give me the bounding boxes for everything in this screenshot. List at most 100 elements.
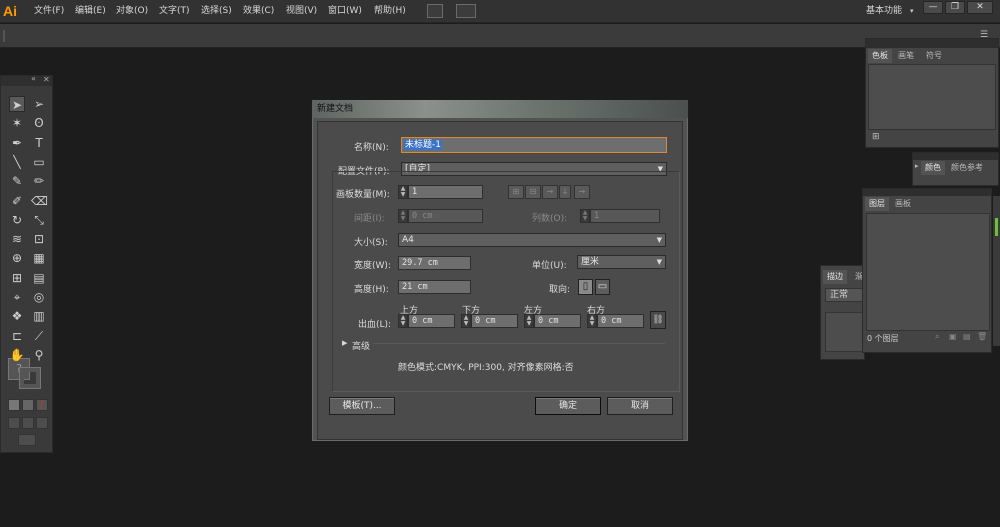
delete-layer-icon[interactable]: 🗑 — [977, 332, 987, 341]
panel-header[interactable] — [866, 39, 998, 48]
tab-artboards[interactable]: 画板 — [891, 197, 915, 211]
ok-button[interactable]: 确定 — [535, 397, 601, 415]
advanced-toggle[interactable]: 高级 — [352, 339, 370, 352]
hand-tool-icon[interactable]: ✋ — [9, 347, 25, 363]
scale-tool-icon[interactable]: ⤡ — [31, 212, 47, 228]
menu-select[interactable]: 选择(S) — [201, 0, 232, 23]
symbol-sprayer-tool-icon[interactable]: ❖ — [9, 308, 25, 324]
width-input[interactable]: 29.7 cm — [398, 256, 471, 270]
paintbrush-tool-icon[interactable]: ✎ — [9, 173, 25, 189]
screen-mode-icon[interactable] — [18, 434, 36, 446]
minimize-button[interactable]: — — [923, 1, 943, 14]
slice-tool-icon[interactable]: ⟋ — [31, 328, 47, 344]
templates-button[interactable]: 模板(T)... — [329, 397, 395, 415]
swatch-library-icon[interactable]: ⊞ — [872, 132, 880, 142]
pen-tool-icon[interactable]: ✒ — [9, 135, 25, 151]
new-layer-icon[interactable]: ▣ — [949, 332, 957, 341]
warp-tool-icon[interactable]: ≋ — [9, 231, 25, 247]
menu-edit[interactable]: 编辑(E) — [75, 0, 106, 23]
draw-inside-icon[interactable] — [36, 417, 48, 429]
gradient-tool-icon[interactable]: ▤ — [31, 270, 47, 286]
eraser-tool-icon[interactable]: ⌫ — [31, 193, 48, 209]
height-input[interactable]: 21 cm — [398, 280, 471, 294]
panel-collapse-icon[interactable]: ▸ — [915, 162, 919, 170]
menu-file[interactable]: 文件(F) — [34, 0, 64, 23]
bleed-bottom-input[interactable]: 0 cm — [471, 314, 518, 328]
units-select[interactable]: 厘米 ▼ — [577, 255, 666, 269]
blend-tool-icon[interactable]: ◎ — [31, 289, 47, 305]
rotate-tool-icon[interactable]: ↻ — [9, 212, 25, 228]
draw-normal-icon[interactable] — [8, 417, 20, 429]
menu-window[interactable]: 窗口(W) — [328, 0, 362, 23]
tab-color[interactable]: 颜色 — [921, 161, 945, 175]
none-mode-icon[interactable]: / — [36, 399, 48, 411]
layers-list[interactable] — [866, 213, 990, 331]
new-sublayer-icon[interactable]: ▤ — [963, 332, 971, 341]
size-select[interactable]: A4 ▼ — [398, 233, 666, 247]
disclosure-triangle-icon[interactable]: ▶ — [342, 339, 347, 347]
gradient-mode-icon[interactable] — [22, 399, 34, 411]
close-window-button[interactable]: ✕ — [967, 1, 993, 14]
tab-layers[interactable]: 图层 — [865, 197, 889, 211]
name-field[interactable]: 未标题-1 — [401, 137, 667, 153]
artboards-input[interactable]: 1 — [408, 185, 483, 199]
link-bleed-icon[interactable]: ⛓ — [650, 311, 666, 329]
lasso-tool-icon[interactable]: ʘ — [31, 115, 47, 131]
maximize-button[interactable]: ❐ — [945, 1, 965, 14]
collapse-icon[interactable]: « — [31, 74, 36, 83]
tools-panel-header[interactable]: « ✕ — [1, 74, 52, 86]
tab-stroke[interactable]: 描边 — [823, 270, 847, 284]
bleed-right-input[interactable]: 0 cm — [597, 314, 644, 328]
tab-color-guide[interactable]: 颜色参考 — [947, 161, 987, 175]
stroke-swatch[interactable] — [19, 367, 41, 389]
menu-view[interactable]: 视图(V) — [286, 0, 317, 23]
bleed-top-stepper[interactable]: ▲ ▼ — [398, 314, 408, 328]
landscape-icon[interactable]: ▭ — [595, 279, 610, 295]
blob-brush-tool-icon[interactable]: ✐ — [9, 193, 25, 209]
bridge-icon[interactable] — [427, 4, 443, 18]
rectangle-tool-icon[interactable]: ▭ — [31, 154, 47, 170]
panel-header[interactable] — [863, 189, 991, 196]
menu-type[interactable]: 文字(T) — [159, 0, 190, 23]
eyedropper-tool-icon[interactable]: ⌖ — [9, 289, 25, 305]
tab-symbols[interactable]: 符号 — [922, 49, 946, 63]
column-graph-tool-icon[interactable]: ▥ — [31, 308, 47, 324]
workspace-dropdown-icon[interactable]: ▾ — [910, 7, 914, 15]
artboards-stepper[interactable]: ▲ ▼ — [398, 185, 408, 199]
magic-wand-tool-icon[interactable]: ✶ — [9, 115, 25, 131]
free-transform-tool-icon[interactable]: ⊡ — [31, 231, 47, 247]
line-tool-icon[interactable]: ╲ — [9, 154, 25, 170]
cancel-button[interactable]: 取消 — [607, 397, 673, 415]
shape-builder-tool-icon[interactable]: ⊕ — [9, 250, 25, 266]
workspace-switcher[interactable]: 基本功能 — [866, 0, 902, 23]
portrait-icon[interactable]: ▯ — [578, 279, 593, 295]
blend-mode-select[interactable]: 正常 — [825, 288, 865, 302]
menu-effect[interactable]: 效果(C) — [243, 0, 274, 23]
locate-object-icon[interactable]: ⌕ — [935, 332, 939, 342]
perspective-grid-tool-icon[interactable]: ▦ — [31, 250, 47, 266]
bleed-right-stepper[interactable]: ▲ ▼ — [587, 314, 597, 328]
zoom-tool-icon[interactable]: ⚲ — [31, 347, 47, 363]
type-tool-icon[interactable]: T — [31, 135, 47, 151]
mesh-tool-icon[interactable]: ⊞ — [9, 270, 25, 286]
color-mode-icon[interactable] — [8, 399, 20, 411]
menu-help[interactable]: 帮助(H) — [374, 0, 406, 23]
selection-tool-icon[interactable]: ➤ — [9, 96, 25, 112]
pencil-tool-icon[interactable]: ✏ — [31, 173, 47, 189]
draw-behind-icon[interactable] — [22, 417, 34, 429]
arrange-documents-icon[interactable] — [456, 4, 476, 18]
bleed-left-input[interactable]: 0 cm — [534, 314, 581, 328]
panel-header[interactable] — [913, 153, 998, 160]
tab-swatches[interactable]: 色板 — [868, 49, 892, 63]
artboard-tool-icon[interactable]: ⊏ — [9, 328, 25, 344]
close-icon[interactable]: ✕ — [43, 75, 50, 84]
bleed-top-input[interactable]: 0 cm — [408, 314, 455, 328]
bleed-left-stepper[interactable]: ▲ ▼ — [524, 314, 534, 328]
tab-brushes[interactable]: 画笔 — [894, 49, 918, 63]
swatches-area[interactable] — [868, 64, 996, 130]
dialog-title[interactable]: 新建文档 — [312, 100, 688, 118]
bleed-bottom-stepper[interactable]: ▲ ▼ — [461, 314, 471, 328]
direct-selection-tool-icon[interactable]: ➢ — [31, 96, 47, 112]
control-bar-grip[interactable] — [3, 30, 5, 42]
menu-object[interactable]: 对象(O) — [116, 0, 148, 23]
